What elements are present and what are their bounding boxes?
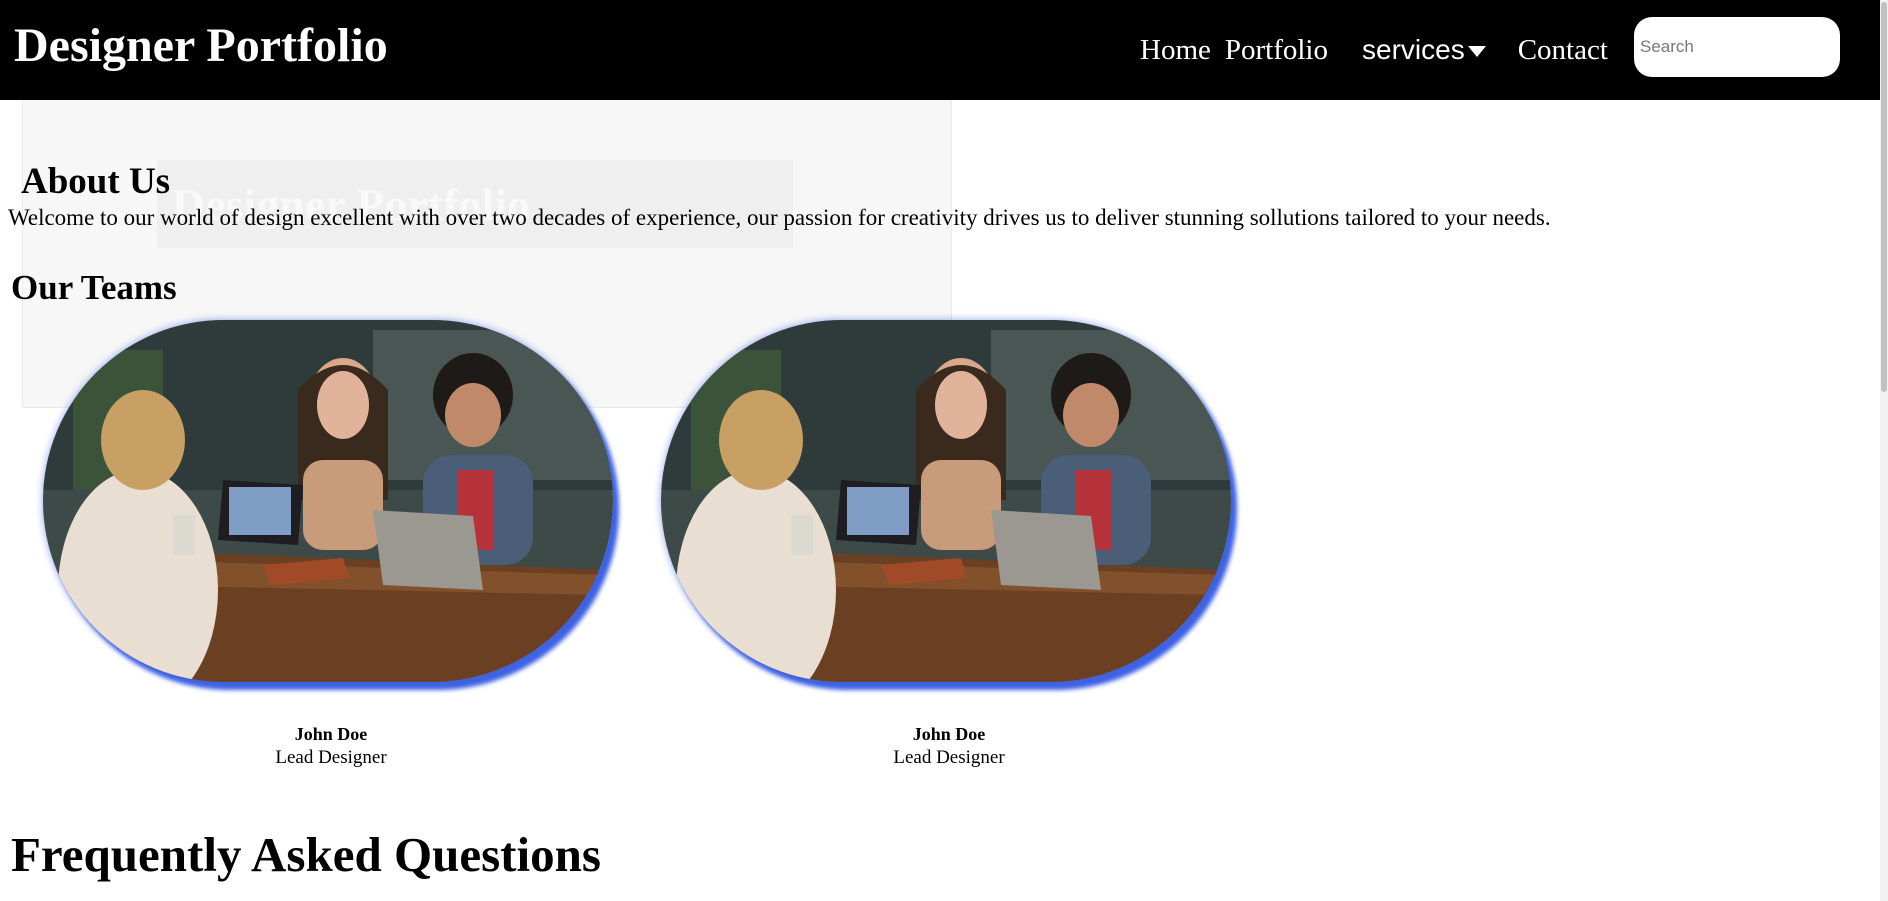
nav-services-label: services	[1362, 34, 1465, 65]
team-card: John Doe Lead Designer	[661, 320, 1237, 769]
brand-title[interactable]: Designer Portfolio	[14, 18, 388, 73]
team-photo	[43, 320, 613, 682]
navbar: Designer Portfolio Home Portfolio servic…	[0, 0, 1880, 100]
member-name: John Doe	[294, 724, 368, 744]
team-photo	[661, 320, 1231, 682]
search-input[interactable]	[1634, 17, 1840, 77]
scrollbar-thumb[interactable]	[1881, 2, 1887, 392]
about-title: About Us	[21, 161, 171, 202]
about-text: Welcome to our world of design excellent…	[8, 205, 1551, 230]
teams-title: Our Teams	[11, 268, 177, 307]
nav-contact-link[interactable]: Contact	[1518, 34, 1608, 67]
team-card: John Doe Lead Designer	[43, 320, 619, 769]
caret-down-icon	[1467, 46, 1486, 57]
member-role: Lead Designer	[275, 747, 387, 768]
team-photo-image	[661, 320, 1231, 682]
nav-home-link[interactable]: Home	[1140, 34, 1211, 67]
nav-services-dropdown[interactable]: services	[1362, 34, 1486, 66]
member-role: Lead Designer	[893, 747, 1005, 768]
scrollbar[interactable]	[1880, 0, 1888, 901]
nav-links: Home Portfolio services Contact	[1140, 30, 1608, 70]
member-name: John Doe	[912, 724, 986, 744]
page: Designer Portfolio Designer Portfolio Ho…	[0, 0, 1888, 901]
team-photo-image	[43, 320, 613, 682]
nav-portfolio-link[interactable]: Portfolio	[1225, 34, 1328, 67]
faq-title: Frequently Asked Questions	[11, 827, 601, 882]
